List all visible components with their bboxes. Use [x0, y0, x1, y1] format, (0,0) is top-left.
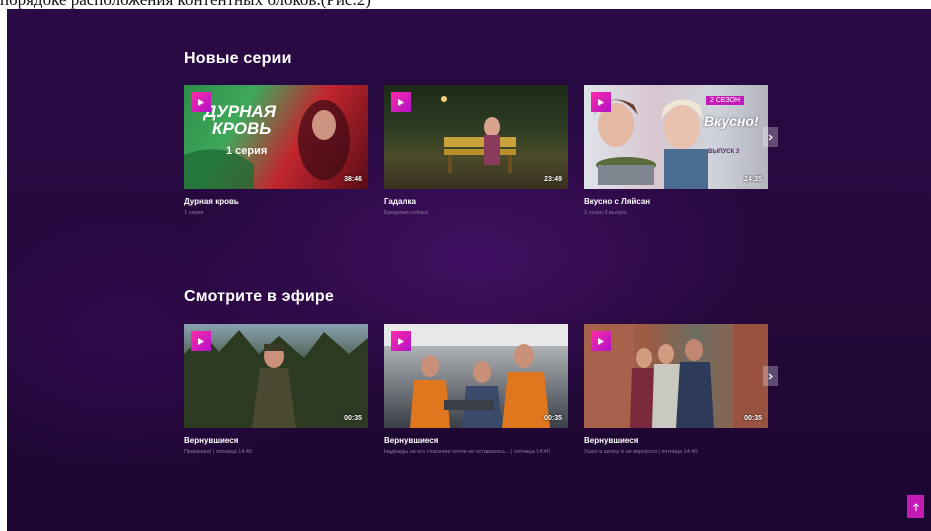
card-title[interactable]: Вернувшиеся: [384, 436, 568, 445]
show-logo-line-1: ДУРНАЯ: [204, 102, 277, 121]
play-button[interactable]: [591, 331, 611, 351]
episode-card[interactable]: 2 СЕЗОН Вкусно! ВЫПУСК 3 24:35 Вкусно с …: [584, 85, 768, 217]
card-subtitle: Ушел в школу и не вернулся | пятница 14:…: [584, 449, 698, 455]
play-icon: [198, 98, 204, 106]
streaming-page: Новые серии ДУРНАЯ КРОВЬ 1 серия 38:46 Д…: [7, 9, 931, 531]
arrow-up-icon: [912, 502, 919, 511]
play-button[interactable]: [391, 331, 411, 351]
duration-label: 24:35: [744, 176, 762, 183]
card-title[interactable]: Вернувшиеся: [584, 436, 768, 445]
duration-label: 38:46: [344, 176, 362, 183]
thumbnail-art: [384, 324, 568, 428]
card-subtitle: Премьера! | пятница 14:40: [184, 449, 252, 455]
episode-thumbnail[interactable]: 23:49: [384, 85, 568, 189]
duration-label: 00:35: [744, 415, 762, 422]
card-subtitle: Бродячая собака: [384, 210, 428, 216]
show-logo: Вкусно!: [704, 113, 759, 129]
card-subtitle: 2 сезон 3 выпуск: [584, 210, 627, 216]
thumbnail-art: [584, 324, 768, 428]
duration-label: 00:35: [544, 415, 562, 422]
episode-thumbnail[interactable]: 00:35: [384, 324, 568, 428]
episode-thumbnail[interactable]: 00:35: [584, 324, 768, 428]
card-subtitle: 1 серия: [184, 210, 204, 216]
episode-card[interactable]: 00:35 Вернувшиеся Надежды на его спасени…: [384, 324, 568, 456]
section-title-new-episodes: Новые серии: [184, 50, 292, 67]
thumbnail-art: [184, 330, 368, 428]
episode-card[interactable]: ДУРНАЯ КРОВЬ 1 серия 38:46 Дурная кровь …: [184, 85, 368, 217]
episode-overlay-label: 1 серия: [226, 145, 268, 157]
card-title[interactable]: Гадалка: [384, 197, 568, 206]
carousel-next-button[interactable]: [763, 366, 778, 386]
card-title[interactable]: Дурная кровь: [184, 197, 368, 206]
episode-thumbnail[interactable]: 2 СЕЗОН Вкусно! ВЫПУСК 3 24:35: [584, 85, 768, 189]
show-logo-line-2: КРОВЬ: [212, 119, 272, 138]
duration-label: 00:35: [344, 415, 362, 422]
carousel-next-button[interactable]: [763, 127, 778, 147]
episode-thumbnail[interactable]: ДУРНАЯ КРОВЬ 1 серия 38:46: [184, 85, 368, 189]
document-caption: порядоке расположения контентных блоков.…: [0, 0, 931, 9]
play-button[interactable]: [191, 92, 211, 112]
section-title-live: Смотрите в эфире: [184, 288, 335, 305]
play-button[interactable]: [191, 331, 211, 351]
card-title[interactable]: Вернувшиеся: [184, 436, 368, 445]
chevron-right-icon: [768, 134, 773, 140]
episode-card[interactable]: 23:49 Гадалка Бродячая собака: [384, 85, 568, 217]
play-icon: [598, 98, 604, 106]
play-icon: [398, 337, 404, 345]
thumbnail-art: [441, 96, 516, 173]
issue-label: ВЫПУСК 3: [708, 149, 740, 155]
card-title[interactable]: Вкусно с Ляйсан: [584, 197, 768, 206]
play-icon: [198, 337, 204, 345]
play-button[interactable]: [391, 92, 411, 112]
scroll-to-top-button[interactable]: [907, 495, 924, 518]
episode-card[interactable]: 00:35 Вернувшиеся Премьера! | пятница 14…: [184, 324, 368, 456]
play-icon: [398, 98, 404, 106]
episode-thumbnail[interactable]: 00:35: [184, 324, 368, 428]
play-icon: [598, 337, 604, 345]
play-button[interactable]: [591, 92, 611, 112]
chevron-right-icon: [768, 373, 773, 379]
card-subtitle: Надежды на его спасение почти не оставал…: [384, 449, 550, 455]
season-badge: 2 СЕЗОН: [706, 96, 745, 105]
duration-label: 23:49: [544, 176, 562, 183]
episode-card[interactable]: 00:35 Вернувшиеся Ушел в школу и не верн…: [584, 324, 768, 456]
